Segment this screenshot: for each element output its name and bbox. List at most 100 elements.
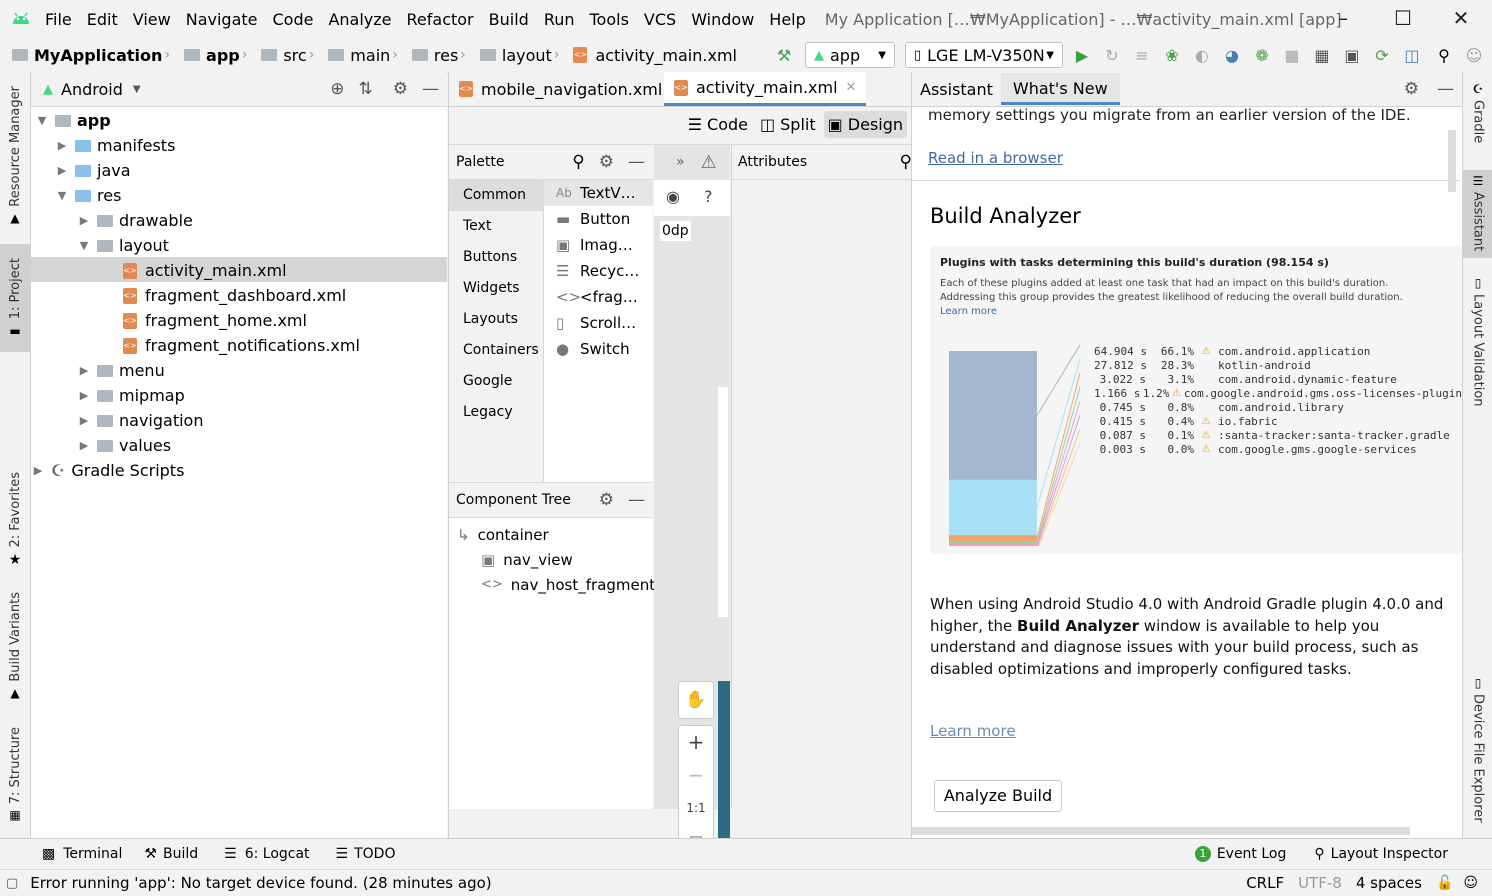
tree-item-values[interactable]: ▶ values bbox=[77, 433, 171, 458]
tree-item-manifests[interactable]: ▶ manifests bbox=[55, 133, 176, 158]
search-everywhere-icon[interactable]: ⚲ bbox=[1433, 44, 1455, 66]
run-config-select[interactable]: ▲ app ▼ bbox=[804, 42, 895, 68]
tree-item-java[interactable]: ▶ java bbox=[55, 158, 131, 183]
device-file-explorer-tab[interactable]: ▯ Device File Explorer bbox=[1463, 676, 1492, 823]
breadcrumb-project[interactable]: MyApplication › bbox=[12, 46, 176, 65]
menu-window[interactable]: Window bbox=[691, 10, 754, 29]
split-view-button[interactable]: ◫ Split bbox=[760, 115, 816, 134]
menu-navigate[interactable]: Navigate bbox=[186, 10, 258, 29]
component-container[interactable]: ↳ container bbox=[457, 522, 653, 547]
apply-changes-icon[interactable]: ↻ bbox=[1101, 44, 1123, 66]
attach-debugger-icon[interactable]: ❁ bbox=[1251, 44, 1273, 66]
palette-item-textview[interactable]: Ab TextV… bbox=[544, 180, 653, 206]
run-icon[interactable]: ▶ bbox=[1071, 44, 1093, 66]
learn-more-link[interactable]: Learn more bbox=[930, 722, 1016, 740]
hide-panel-icon[interactable]: — bbox=[422, 79, 439, 99]
category-text[interactable]: Text bbox=[449, 211, 543, 242]
debug-icon[interactable]: ❀ bbox=[1161, 44, 1183, 66]
component-nav-view[interactable]: ▣ nav_view bbox=[481, 547, 653, 572]
analyze-build-button[interactable]: Analyze Build bbox=[934, 780, 1062, 812]
search-icon[interactable]: ⚲ bbox=[572, 152, 584, 172]
tree-item-mipmap[interactable]: ▶ mipmap bbox=[77, 383, 185, 408]
design-view-button[interactable]: ▣ Design bbox=[823, 110, 907, 138]
tree-item-activity-main[interactable]: <> activity_main.xml bbox=[123, 258, 287, 283]
figure-learn-more[interactable]: Learn more bbox=[940, 306, 997, 317]
close-tab-icon[interactable]: ✕ bbox=[846, 80, 857, 95]
tree-item-drawable[interactable]: ▶ drawable bbox=[77, 208, 193, 233]
todo-tab[interactable]: ☰ TODO bbox=[336, 846, 396, 862]
hide-panel-icon[interactable]: — bbox=[628, 490, 645, 510]
close-window-icon[interactable]: ✕ bbox=[1446, 6, 1476, 30]
tree-item-fragment-dashboard[interactable]: <> fragment_dashboard.xml bbox=[123, 283, 346, 308]
palette-item-switch[interactable]: ● Switch bbox=[544, 336, 653, 362]
indent-setting[interactable]: 4 spaces bbox=[1356, 874, 1422, 892]
menu-run[interactable]: Run bbox=[544, 10, 575, 29]
tree-item-menu[interactable]: ▶ menu bbox=[77, 358, 165, 383]
eye-icon[interactable]: ◉ bbox=[666, 187, 680, 206]
category-buttons[interactable]: Buttons bbox=[449, 242, 543, 273]
tree-item-app[interactable]: ▼ app bbox=[35, 108, 111, 133]
tree-item-navigation[interactable]: ▶ navigation bbox=[77, 408, 204, 433]
code-view-button[interactable]: ☰ Code bbox=[688, 115, 748, 134]
collapse-all-icon[interactable]: ⇅ bbox=[359, 79, 373, 99]
category-layouts[interactable]: Layouts bbox=[449, 304, 543, 335]
minimize-icon[interactable]: – bbox=[1328, 6, 1358, 30]
assistant-scrollbar[interactable] bbox=[1448, 130, 1456, 192]
category-widgets[interactable]: Widgets bbox=[449, 273, 543, 304]
locate-icon[interactable]: ⊕ bbox=[330, 79, 344, 99]
menu-file[interactable]: File bbox=[45, 10, 72, 29]
build-hammer-icon[interactable]: ⚒ bbox=[773, 44, 795, 66]
tree-item-fragment-notifications[interactable]: <> fragment_notifications.xml bbox=[123, 333, 360, 358]
stop-icon[interactable]: ■ bbox=[1281, 44, 1303, 66]
menu-build[interactable]: Build bbox=[489, 10, 529, 29]
breadcrumb-layout[interactable]: layout › bbox=[479, 46, 566, 65]
palette-item-scrollview[interactable]: ▯ Scroll… bbox=[544, 310, 653, 336]
tab-mobile-navigation[interactable]: <> mobile_navigation.xml ✕ bbox=[449, 72, 691, 106]
build-tab[interactable]: ⚒ Build bbox=[144, 846, 198, 862]
menu-help[interactable]: Help bbox=[769, 10, 805, 29]
build-variants-tab[interactable]: Build Variants ▲ bbox=[0, 592, 30, 700]
read-in-browser-link[interactable]: Read in a browser bbox=[928, 149, 1063, 167]
menu-refactor[interactable]: Refactor bbox=[407, 10, 474, 29]
line-separator[interactable]: CRLF bbox=[1246, 874, 1284, 892]
gear-icon[interactable]: ⚙ bbox=[393, 79, 408, 99]
breadcrumb-file[interactable]: <> activity_main.xml bbox=[573, 46, 737, 65]
project-view-select[interactable]: Android bbox=[61, 80, 123, 99]
menu-tools[interactable]: Tools bbox=[590, 10, 629, 29]
help-icon[interactable]: ? bbox=[704, 187, 713, 206]
layout-inspector-tab[interactable]: ⚲ Layout Inspector bbox=[1314, 846, 1448, 862]
gear-icon[interactable]: ⚙ bbox=[1404, 79, 1419, 99]
component-nav-host-fragment[interactable]: <> nav_host_fragment bbox=[481, 572, 655, 597]
project-tab[interactable]: 1: Project ▬ bbox=[0, 244, 30, 352]
user-avatar-icon[interactable]: ☺ bbox=[1463, 44, 1485, 66]
profiler-gauge-icon[interactable]: ◕ bbox=[1221, 44, 1243, 66]
layout-validation-tab[interactable]: ▯ Layout Validation bbox=[1463, 276, 1492, 407]
sync-project-icon[interactable]: ▦ bbox=[1311, 44, 1333, 66]
resource-manager-icon[interactable]: ◫ bbox=[1401, 44, 1423, 66]
tree-item-gradle-scripts[interactable]: ▶ ☪ Gradle Scripts bbox=[31, 458, 185, 483]
resource-manager-tab[interactable]: Resource Manager ▲ bbox=[0, 86, 30, 225]
menu-analyze[interactable]: Analyze bbox=[328, 10, 391, 29]
gear-icon[interactable]: ⚙ bbox=[599, 152, 614, 172]
palette-item-button[interactable]: ▬ Button bbox=[544, 206, 653, 232]
category-legacy[interactable]: Legacy bbox=[449, 397, 543, 428]
zoom-actual-button[interactable]: 1:1 bbox=[679, 792, 713, 825]
zoom-out-button[interactable]: − bbox=[679, 759, 713, 792]
breadcrumb-main[interactable]: main › bbox=[328, 46, 404, 65]
surface-scrollbar[interactable] bbox=[718, 387, 728, 617]
apply-code-changes-icon[interactable]: ≡ bbox=[1131, 44, 1153, 66]
hide-panel-icon[interactable]: — bbox=[628, 152, 645, 172]
breadcrumb-app[interactable]: app › bbox=[184, 46, 253, 65]
palette-item-fragment[interactable]: <> <frag… bbox=[544, 284, 653, 310]
lock-icon[interactable]: 🔓 bbox=[1436, 875, 1453, 891]
structure-tab[interactable]: 7: Structure ▦ bbox=[0, 727, 30, 822]
sdk-manager-icon[interactable]: ⟳ bbox=[1371, 44, 1393, 66]
gradle-tab[interactable]: ☪ Gradle bbox=[1463, 82, 1492, 143]
breadcrumb-src[interactable]: src › bbox=[261, 46, 320, 65]
horizontal-scrollbar[interactable] bbox=[912, 827, 1410, 835]
device-select[interactable]: ▯ LGE LM-V350N ▼ bbox=[904, 42, 1063, 68]
inspector-icon[interactable]: ☺ bbox=[1463, 875, 1478, 891]
tab-whats-new[interactable]: What's New bbox=[1000, 73, 1120, 105]
palette-item-recyclerview[interactable]: ☰ Recyc… bbox=[544, 258, 653, 284]
menu-view[interactable]: View bbox=[133, 10, 171, 29]
